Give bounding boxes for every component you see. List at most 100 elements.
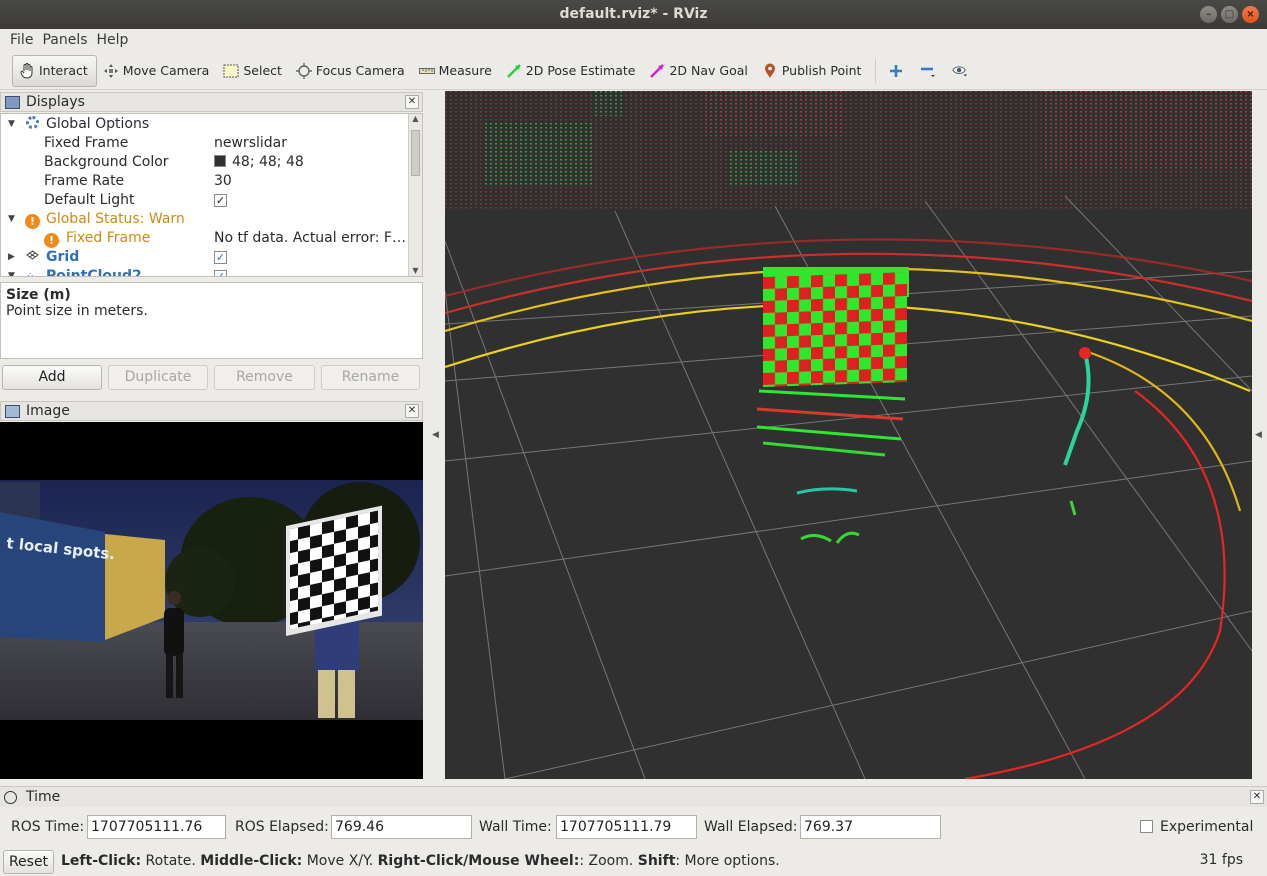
ros-elapsed-field[interactable]	[331, 815, 472, 839]
displays-panel-header: Displays ✕	[0, 92, 423, 112]
hand-icon	[19, 62, 35, 79]
global-options-label: Global Options	[46, 116, 150, 132]
tool-move-camera-label: Move Camera	[122, 63, 210, 78]
wall-elapsed-field[interactable]	[800, 815, 941, 839]
tool-publish-point[interactable]: Publish Point	[756, 55, 870, 87]
tool-focus-camera-label: Focus Camera	[315, 63, 405, 78]
minus-icon	[920, 63, 936, 79]
displays-tree[interactable]: ▼ Global Options Fixed Frame newrslidar …	[0, 113, 423, 277]
description-title: Size (m)	[6, 287, 71, 303]
experimental-checkbox[interactable]	[1140, 820, 1153, 833]
wall-time-field[interactable]	[556, 815, 697, 839]
tool-select-label: Select	[243, 63, 282, 78]
pointcloud-icon: ⁘	[26, 271, 35, 277]
select-icon	[223, 63, 239, 79]
tree-row-pointcloud[interactable]: ▼ ⁘ PointCloud2 ✓	[1, 267, 409, 277]
gear-icon	[26, 116, 39, 129]
expand-arrow-icon[interactable]: ▶	[8, 248, 15, 267]
monitor-icon	[5, 95, 20, 109]
tool-select[interactable]: Select	[217, 55, 290, 87]
wall-elapsed-label: Wall Elapsed:	[704, 819, 798, 835]
default-light-checkbox[interactable]: ✓	[214, 193, 227, 207]
mouse-help-text: Left-Click: Rotate. Middle-Click: Move X…	[61, 853, 780, 869]
tool-2d-pose-estimate[interactable]: 2D Pose Estimate	[500, 55, 644, 87]
plus-icon	[888, 63, 904, 79]
tree-row-global-options[interactable]: ▼ Global Options	[1, 115, 409, 134]
close-image-panel-button[interactable]: ✕	[405, 404, 419, 418]
maximize-button[interactable]: □	[1221, 6, 1238, 23]
camera-image: t local spots.	[0, 480, 423, 779]
image-panel-title: Image	[26, 403, 70, 419]
menu-panels[interactable]: Panels	[38, 29, 92, 52]
collapse-arrow-icon[interactable]: ▼	[8, 267, 15, 276]
menu-help[interactable]: Help	[93, 29, 134, 52]
collapse-arrow-icon[interactable]: ▼	[8, 210, 15, 229]
tool-2d-nav-goal[interactable]: 2D Nav Goal	[643, 55, 755, 87]
close-time-panel-button[interactable]: ✕	[1250, 790, 1264, 804]
tree-row-status-fixed-frame[interactable]: ! Fixed Frame No tf data. Actual error: …	[1, 229, 409, 248]
tool-2d-pose-estimate-label: 2D Pose Estimate	[525, 63, 636, 78]
middle-click-key: Middle-Click:	[200, 853, 303, 869]
tree-row-background-color[interactable]: Background Color 48; 48; 48	[1, 153, 409, 172]
frame-rate-value[interactable]: 30	[214, 172, 232, 191]
tool-interact[interactable]: Interact	[12, 54, 97, 87]
publish-point-icon	[762, 63, 778, 79]
collapse-arrow-icon[interactable]: ▼	[8, 115, 15, 134]
close-button[interactable]: ×	[1242, 6, 1259, 23]
eye-icon	[952, 63, 968, 79]
image-icon	[5, 404, 20, 418]
scrollbar-thumb[interactable]	[411, 130, 420, 176]
collapse-left-arrow-icon[interactable]: ◀	[432, 430, 439, 440]
grid-checkbox[interactable]: ✓	[214, 250, 227, 264]
tool-move-camera[interactable]: Move Camera	[97, 55, 218, 87]
ros-time-label: ROS Time:	[11, 819, 85, 835]
tree-row-global-status[interactable]: ▼ ! Global Status: Warn	[1, 210, 409, 229]
minimize-button[interactable]: –	[1200, 6, 1217, 23]
pointcloud-checkbox[interactable]: ✓	[214, 269, 227, 276]
clock-icon	[4, 790, 17, 804]
status-bar: Reset Left-Click: Rotate. Middle-Click: …	[0, 848, 1267, 876]
shift-text: : More options.	[675, 853, 780, 869]
scroll-up-icon[interactable]: ▲	[409, 114, 422, 123]
close-displays-panel-button[interactable]: ✕	[405, 95, 419, 109]
measure-icon	[418, 63, 435, 79]
tool-bar: Interact Move Camera Select Focus Camera…	[0, 52, 1267, 90]
tree-row-grid[interactable]: ▶ Grid ✓	[1, 248, 409, 267]
shift-key: Shift	[637, 853, 676, 869]
reset-button[interactable]: Reset	[3, 850, 54, 874]
view-tool-button[interactable]	[946, 55, 978, 87]
3d-render-viewport[interactable]	[445, 91, 1252, 779]
window-title: default.rviz* - RViz	[559, 6, 708, 22]
fixed-frame-value[interactable]: newrslidar	[214, 134, 287, 153]
rename-display-button[interactable]: Rename	[321, 365, 420, 390]
image-panel-header: Image ✕	[0, 401, 423, 421]
right-click-text: : Zoom.	[579, 853, 638, 869]
warning-icon: !	[25, 214, 40, 229]
scroll-down-icon[interactable]: ▼	[409, 266, 422, 275]
add-display-button[interactable]: Add	[2, 365, 102, 390]
tool-interact-label: Interact	[39, 63, 88, 78]
left-click-key: Left-Click:	[61, 853, 142, 869]
tool-focus-camera[interactable]: Focus Camera	[290, 55, 413, 87]
remove-tool-button[interactable]	[914, 55, 946, 87]
camera-image-view[interactable]: t local spots.	[0, 422, 423, 779]
add-tool-button[interactable]	[882, 55, 914, 87]
tool-measure[interactable]: Measure	[413, 55, 500, 87]
tree-row-fixed-frame[interactable]: Fixed Frame newrslidar	[1, 134, 409, 153]
displays-scrollbar[interactable]: ▲ ▼	[408, 114, 422, 276]
tree-row-frame-rate[interactable]: Frame Rate 30	[1, 172, 409, 191]
grid-icon	[26, 248, 39, 267]
warning-icon: !	[44, 233, 59, 248]
remove-display-button[interactable]: Remove	[214, 365, 315, 390]
menu-file[interactable]: File	[6, 29, 38, 52]
focus-camera-icon	[295, 62, 312, 79]
move-camera-icon	[103, 63, 119, 79]
left-click-text: Rotate.	[141, 853, 201, 869]
duplicate-display-button[interactable]: Duplicate	[108, 365, 208, 390]
collapse-right-arrow-icon[interactable]: ◀	[1255, 430, 1262, 440]
time-panel-title: Time	[26, 789, 61, 805]
background-color-field[interactable]: 48; 48; 48	[214, 153, 304, 172]
ros-time-field[interactable]	[87, 815, 226, 839]
wall-time-label: Wall Time:	[479, 819, 552, 835]
tree-row-default-light[interactable]: Default Light ✓	[1, 191, 409, 210]
